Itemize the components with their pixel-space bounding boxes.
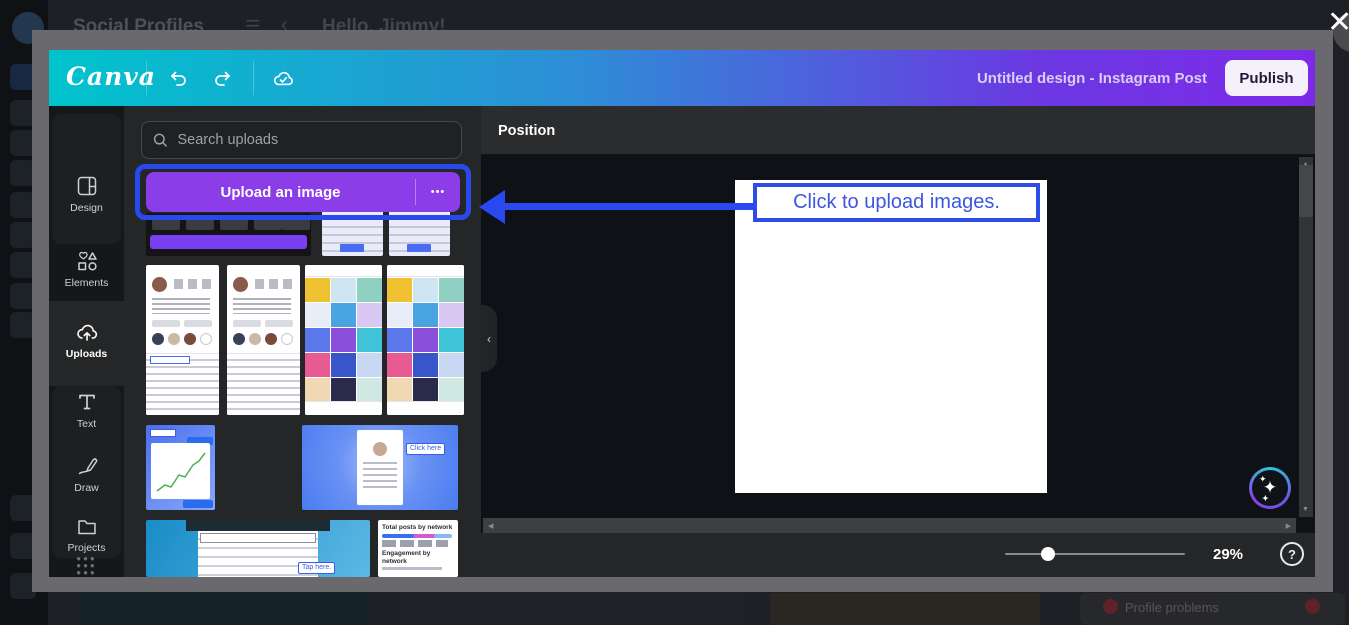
sidebar-item-label: Design bbox=[70, 202, 103, 214]
publish-button[interactable]: Publish bbox=[1225, 60, 1308, 96]
sidebar-item-label: Projects bbox=[68, 542, 106, 554]
tutorial-arrow bbox=[500, 203, 756, 210]
zoom-slider-thumb[interactable] bbox=[1041, 547, 1055, 561]
draw-icon bbox=[76, 454, 98, 478]
more-options-icon[interactable]: ••• bbox=[416, 186, 460, 198]
upload-thumbnail[interactable]: Click here bbox=[302, 425, 458, 510]
background-image bbox=[400, 593, 745, 625]
chevron-left-icon: ‹ bbox=[487, 332, 491, 346]
editor-rail: Design Elements bbox=[49, 106, 124, 577]
undo-icon[interactable] bbox=[167, 67, 189, 89]
tutorial-arrow-head bbox=[479, 190, 505, 224]
document-title[interactable]: Untitled design - Instagram Post bbox=[977, 70, 1207, 87]
context-toolbar: Position bbox=[481, 106, 1315, 155]
upload-image-button[interactable]: Upload an image ••• bbox=[146, 172, 460, 212]
search-box[interactable] bbox=[141, 121, 462, 159]
click-here-label: Click here bbox=[406, 443, 445, 455]
upload-thumbnail[interactable] bbox=[227, 265, 300, 415]
sidebar-item-draw[interactable]: Draw bbox=[49, 454, 124, 494]
search-input[interactable] bbox=[177, 132, 451, 148]
stats-title: Total posts by network bbox=[382, 524, 454, 532]
upload-button-label: Upload an image bbox=[146, 184, 415, 201]
close-icon[interactable]: ✕ bbox=[1327, 5, 1349, 40]
scroll-right-icon[interactable]: ▶ bbox=[1286, 522, 1291, 530]
canva-logo: Canva bbox=[66, 62, 156, 91]
elements-icon bbox=[76, 249, 98, 273]
tutorial-tooltip-text: Click to upload images. bbox=[793, 191, 1000, 214]
divider bbox=[253, 61, 254, 95]
apps-grid-icon[interactable]: ●●●●●●●●● bbox=[73, 555, 100, 576]
help-button[interactable]: ? bbox=[1280, 542, 1304, 566]
sidebar-item-label: Draw bbox=[74, 482, 99, 494]
divider bbox=[146, 61, 147, 95]
scroll-left-icon[interactable]: ◀ bbox=[488, 522, 493, 530]
collapse-panel-button[interactable]: ‹ bbox=[481, 305, 497, 372]
sidebar-item-label: Uploads bbox=[66, 348, 107, 360]
sidebar-item-label: Text bbox=[77, 418, 96, 430]
error-icon bbox=[1103, 599, 1118, 614]
design-icon bbox=[76, 174, 98, 198]
tutorial-tooltip: Click to upload images. bbox=[753, 183, 1040, 222]
zoom-bar: 29% ? bbox=[481, 533, 1315, 577]
position-button[interactable]: Position bbox=[498, 123, 555, 139]
uploads-panel: Upload an image ••• bbox=[124, 106, 481, 577]
background-image bbox=[80, 593, 368, 625]
canva-screenshot: Canva Untitled design - Instagram Post bbox=[49, 50, 1315, 577]
text-icon bbox=[76, 390, 98, 414]
sparkle-icon: ✦✦✦ bbox=[1252, 470, 1288, 506]
sidebar-item-projects[interactable]: Projects bbox=[49, 514, 124, 554]
stats-title: Engagement by network bbox=[382, 550, 454, 566]
projects-icon bbox=[76, 514, 98, 538]
search-icon bbox=[152, 131, 168, 149]
horizontal-scrollbar[interactable]: ◀ ▶ bbox=[483, 518, 1296, 533]
cloud-saved-icon bbox=[271, 67, 293, 89]
sidebar-item-text[interactable]: Text bbox=[49, 390, 124, 430]
vertical-scrollbar[interactable]: ▲ ▼ bbox=[1299, 157, 1313, 517]
upload-thumbnail[interactable] bbox=[305, 265, 382, 415]
tap-here-label: Tap here. bbox=[298, 562, 335, 574]
redo-icon[interactable] bbox=[212, 67, 234, 89]
assistant-button[interactable]: ✦✦✦ bbox=[1249, 467, 1291, 509]
upload-thumbnail[interactable]: Total posts by network Engagement by net… bbox=[378, 520, 458, 577]
zoom-slider[interactable] bbox=[1005, 553, 1185, 555]
scrollbar-thumb[interactable] bbox=[1299, 165, 1313, 217]
background-image bbox=[770, 593, 1040, 625]
upload-thumbnail[interactable] bbox=[387, 265, 464, 415]
sidebar-item-uploads[interactable]: Uploads bbox=[49, 320, 124, 360]
upload-thumbnail[interactable] bbox=[146, 425, 215, 510]
uploads-icon bbox=[75, 320, 99, 344]
zoom-level: 29% bbox=[1213, 546, 1243, 563]
scroll-down-icon[interactable]: ▼ bbox=[1302, 506, 1309, 513]
design-page[interactable] bbox=[735, 180, 1047, 493]
profile-problems-label: Profile problems bbox=[1125, 600, 1219, 615]
canva-topbar: Canva Untitled design - Instagram Post bbox=[49, 50, 1315, 106]
sidebar-item-design[interactable]: Design bbox=[49, 174, 124, 214]
upload-thumbnail[interactable] bbox=[146, 265, 219, 415]
upload-thumbnail[interactable]: Tap here. bbox=[146, 520, 370, 577]
tutorial-modal: Canva Untitled design - Instagram Post bbox=[32, 30, 1333, 592]
canvas-area: Click to upload images. ‹ ✦✦✦ ▲ ▼ ◀ ▶ bbox=[481, 155, 1315, 577]
sidebar-item-label: Elements bbox=[65, 277, 109, 289]
sidebar-item-elements[interactable]: Elements bbox=[49, 249, 124, 289]
error-icon bbox=[1305, 599, 1320, 614]
